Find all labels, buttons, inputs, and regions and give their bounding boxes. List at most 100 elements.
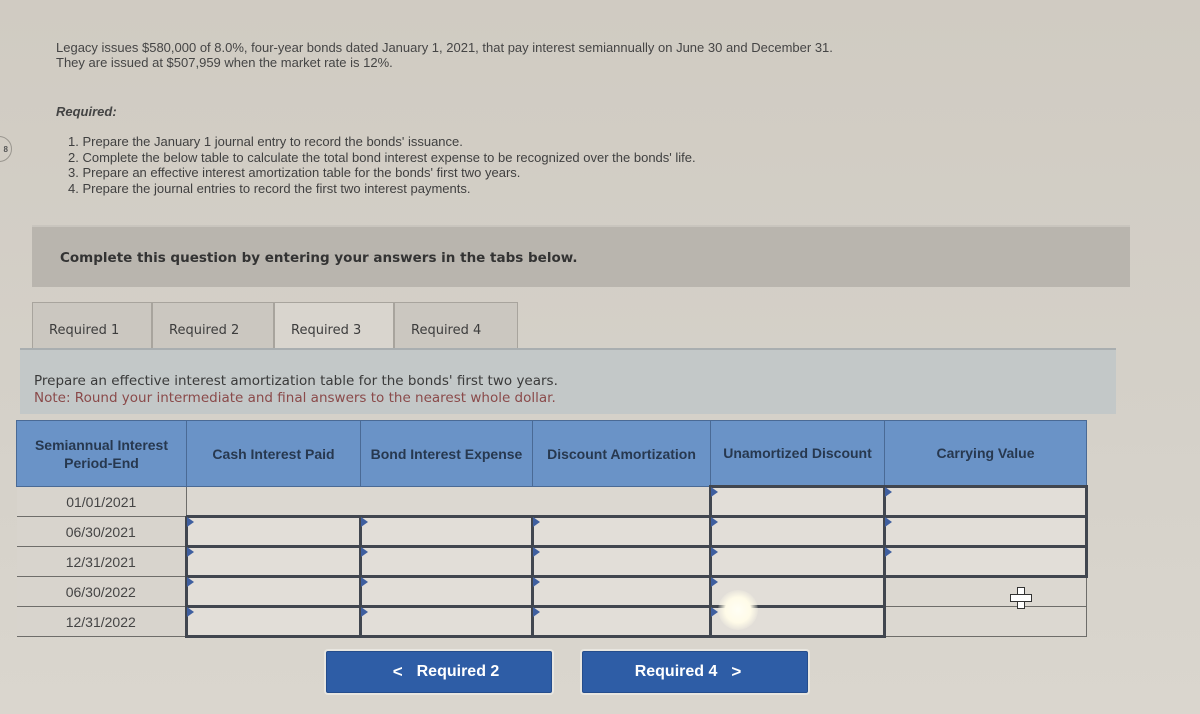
input-flag-icon bbox=[187, 517, 194, 527]
period-date: 06/30/2022 bbox=[16, 576, 187, 607]
unamortized-discount-input[interactable] bbox=[709, 515, 886, 548]
carrying-value-field[interactable] bbox=[886, 578, 1086, 606]
screen-glare bbox=[718, 590, 758, 630]
input-flag-icon bbox=[711, 517, 718, 527]
input-flag-icon bbox=[885, 517, 892, 527]
next-required-button[interactable]: Required 4 > bbox=[582, 651, 808, 693]
unamortized-discount-field[interactable] bbox=[712, 548, 883, 575]
page: 8 Legacy issues $580,000 of 8.0%, four-y… bbox=[0, 0, 1200, 714]
empty-cell bbox=[360, 486, 533, 517]
input-flag-icon bbox=[361, 577, 368, 587]
discount-amortization-field[interactable] bbox=[534, 578, 709, 605]
carrying-value-input[interactable] bbox=[883, 485, 1088, 518]
previous-required-button[interactable]: < Required 2 bbox=[326, 651, 552, 693]
carrying-value-field[interactable] bbox=[886, 548, 1085, 575]
input-flag-icon bbox=[533, 577, 540, 587]
discount-amortization-field[interactable] bbox=[534, 518, 709, 545]
interest-expense-field[interactable] bbox=[362, 518, 531, 545]
table-row: 12/31/2022 bbox=[16, 605, 1087, 638]
rounding-note: Note: Round your intermediate and final … bbox=[34, 390, 556, 406]
input-flag-icon bbox=[187, 607, 194, 617]
requirements-list: 1. Prepare the January 1 journal entry t… bbox=[68, 134, 696, 196]
carrying-value-input[interactable] bbox=[884, 576, 1087, 607]
table-row: 06/30/2022 bbox=[16, 575, 1087, 608]
input-flag-icon bbox=[533, 607, 540, 617]
carrying-value-input[interactable] bbox=[884, 606, 1087, 637]
next-button-label: Required 4 bbox=[634, 663, 718, 680]
table-row: 01/01/2021 bbox=[16, 485, 1088, 518]
crosshair-cursor-icon bbox=[1010, 587, 1032, 609]
discount-amortization-input[interactable] bbox=[531, 575, 712, 608]
input-flag-icon bbox=[533, 547, 540, 557]
input-flag-icon bbox=[187, 577, 194, 587]
amortization-table: Semiannual Interest Period-End Cash Inte… bbox=[16, 420, 1088, 638]
input-flag-icon bbox=[711, 487, 718, 497]
carrying-value-input[interactable] bbox=[883, 545, 1088, 578]
interest-expense-field[interactable] bbox=[362, 578, 531, 605]
required-heading: Required: bbox=[56, 104, 117, 119]
interest-expense-input[interactable] bbox=[359, 545, 534, 578]
header-period-end: Semiannual Interest Period-End bbox=[16, 420, 187, 487]
chevron-left-icon: < bbox=[392, 662, 403, 681]
cash-interest-field[interactable] bbox=[188, 548, 359, 575]
header-discount-amortization: Discount Amortization bbox=[532, 420, 711, 487]
side-badge: 8 bbox=[0, 136, 12, 162]
input-flag-icon bbox=[187, 547, 194, 557]
interest-expense-input[interactable] bbox=[359, 605, 534, 638]
requirement-item: 2. Complete the below table to calculate… bbox=[68, 149, 696, 165]
interest-expense-input[interactable] bbox=[359, 515, 534, 548]
unamortized-discount-input[interactable] bbox=[709, 545, 886, 578]
carrying-value-field[interactable] bbox=[886, 518, 1085, 545]
input-flag-icon bbox=[885, 547, 892, 557]
cash-interest-field[interactable] bbox=[188, 518, 359, 545]
requirement-item: 3. Prepare an effective interest amortiz… bbox=[68, 165, 521, 180]
input-flag-icon bbox=[361, 607, 368, 617]
unamortized-discount-field[interactable] bbox=[712, 518, 883, 545]
carrying-value-field[interactable] bbox=[886, 607, 1086, 636]
header-carrying-value: Carrying Value bbox=[884, 420, 1087, 487]
instruction-bar: Complete this question by entering your … bbox=[32, 225, 1130, 287]
problem-intro: Legacy issues $580,000 of 8.0%, four-yea… bbox=[56, 40, 833, 70]
carrying-value-field[interactable] bbox=[886, 488, 1085, 515]
requirement-item: 1. Prepare the January 1 journal entry t… bbox=[68, 134, 463, 149]
cash-interest-input[interactable] bbox=[185, 545, 362, 578]
discount-amortization-input[interactable] bbox=[531, 545, 712, 578]
previous-button-label: Required 2 bbox=[416, 663, 500, 680]
instruction-text: Complete this question by entering your … bbox=[60, 250, 578, 266]
header-cash-interest-paid: Cash Interest Paid bbox=[186, 420, 361, 487]
interest-expense-input[interactable] bbox=[359, 575, 534, 608]
prompt-text: Prepare an effective interest amortizati… bbox=[34, 373, 558, 389]
table-header-row: Semiannual Interest Period-End Cash Inte… bbox=[16, 420, 1087, 487]
interest-expense-field[interactable] bbox=[362, 608, 531, 635]
carrying-value-input[interactable] bbox=[883, 515, 1088, 548]
header-bond-interest-expense: Bond Interest Expense bbox=[360, 420, 533, 487]
period-date: 06/30/2021 bbox=[16, 516, 187, 547]
discount-amortization-field[interactable] bbox=[534, 548, 709, 575]
interest-expense-field[interactable] bbox=[362, 548, 531, 575]
intro-line-1: Legacy issues $580,000 of 8.0%, four-yea… bbox=[56, 40, 833, 55]
input-flag-icon bbox=[361, 517, 368, 527]
input-flag-icon bbox=[885, 487, 892, 497]
unamortized-discount-field[interactable] bbox=[712, 488, 883, 515]
chevron-right-icon: > bbox=[731, 662, 742, 681]
input-flag-icon bbox=[711, 547, 718, 557]
discount-amortization-field[interactable] bbox=[534, 608, 709, 635]
discount-amortization-input[interactable] bbox=[531, 605, 712, 638]
cash-interest-field[interactable] bbox=[188, 608, 359, 635]
table-row: 06/30/2021 bbox=[16, 515, 1088, 548]
cash-interest-input[interactable] bbox=[185, 515, 362, 548]
table-row: 12/31/2021 bbox=[16, 545, 1088, 578]
empty-cell bbox=[532, 486, 711, 517]
unamortized-discount-input[interactable] bbox=[709, 485, 886, 518]
input-flag-icon bbox=[361, 547, 368, 557]
cash-interest-input[interactable] bbox=[185, 575, 362, 608]
input-flag-icon bbox=[711, 577, 718, 587]
header-unamortized-discount: Unamortized Discount bbox=[710, 420, 885, 487]
requirement-item: 4. Prepare the journal entries to record… bbox=[68, 180, 471, 196]
discount-amortization-input[interactable] bbox=[531, 515, 712, 548]
cash-interest-field[interactable] bbox=[188, 578, 359, 605]
cash-interest-input[interactable] bbox=[185, 605, 362, 638]
period-date: 12/31/2022 bbox=[16, 606, 187, 637]
intro-line-2: They are issued at $507,959 when the mar… bbox=[56, 55, 393, 70]
prompt-box: Prepare an effective interest amortizati… bbox=[20, 348, 1116, 414]
